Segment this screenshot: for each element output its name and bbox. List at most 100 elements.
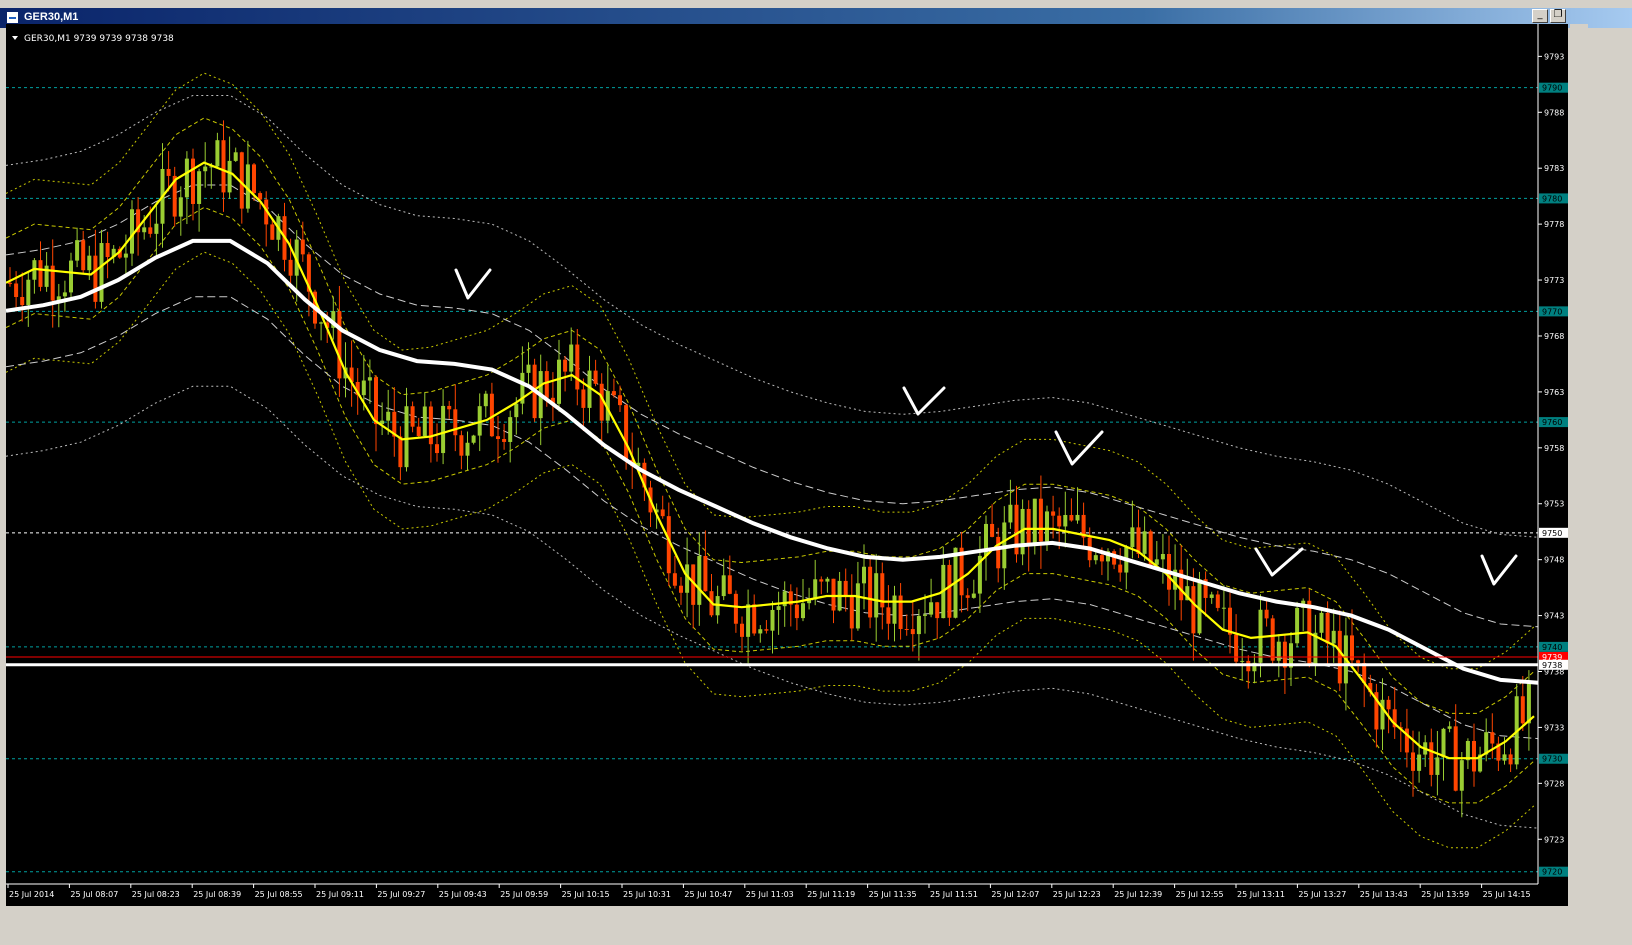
candle-body [752, 604, 757, 634]
candle-body [1099, 555, 1104, 562]
level-label: 9780 [1542, 194, 1562, 203]
candle-body [1417, 754, 1422, 771]
candle-body [1319, 612, 1324, 633]
candle-body [361, 380, 366, 396]
candle-body [679, 585, 683, 593]
candle-body [855, 583, 860, 629]
candle-body [465, 442, 470, 456]
candle-body [910, 629, 915, 635]
time-tick-label: 25 Jul 10:15 [562, 890, 610, 899]
price-tick-label: 9793 [1544, 52, 1564, 61]
candle-body [581, 389, 586, 408]
price-tick-label: 9728 [1544, 779, 1564, 788]
candle-body [544, 371, 549, 398]
fast-band [6, 72, 1535, 670]
horizontal-levels [6, 87, 1538, 873]
candle-body [483, 393, 488, 407]
time-tick-label: 25 Jul 13:11 [1237, 890, 1285, 899]
candle-body [971, 593, 976, 598]
candle-body [1356, 660, 1361, 663]
candle-body [618, 395, 622, 406]
candle-body [105, 243, 110, 258]
time-tick-label: 25 Jul 08:07 [70, 890, 118, 899]
candle-body [1508, 754, 1513, 765]
candle-body [166, 168, 171, 176]
price-chart[interactable]: 9793 9788 9783 9778 9773 9768 9763 9758 9753 9748… [6, 24, 1568, 906]
candle-body [1142, 531, 1147, 554]
chart-window-icon [6, 11, 19, 24]
time-tick-label: 25 Jul 12:39 [1114, 890, 1162, 899]
candle-body [1520, 696, 1525, 724]
level-label: 9740 [1542, 643, 1562, 652]
level-label: 9770 [1542, 307, 1562, 316]
candlesticks [8, 120, 1531, 818]
time-tick-label: 25 Jul 09:27 [377, 890, 425, 899]
candle-body [1526, 683, 1531, 724]
candle-body [1331, 630, 1336, 644]
candle-body [337, 311, 342, 379]
candle-body [1270, 618, 1275, 661]
candle-body [611, 391, 616, 396]
candle-body [288, 259, 293, 276]
candle-body [868, 566, 873, 618]
candle-body [270, 224, 275, 240]
current-price-label: 9738 [1542, 661, 1562, 670]
minimize-button[interactable]: _ [1532, 9, 1548, 23]
price-tick-label: 9783 [1544, 164, 1564, 173]
check-mark-icon [454, 268, 492, 300]
time-tick-label: 25 Jul 13:27 [1298, 890, 1346, 899]
candle-body [215, 140, 220, 167]
time-tick-label: 25 Jul 11:03 [746, 890, 794, 899]
candle-body [1069, 515, 1074, 521]
candle-body [203, 166, 208, 172]
candle-body [508, 417, 513, 442]
time-tick-label: 25 Jul 09:11 [316, 890, 364, 899]
candle-body [1386, 699, 1391, 710]
candle-body [776, 606, 781, 610]
candle-body [1264, 609, 1269, 619]
candle-body [154, 223, 159, 234]
candle-body [593, 370, 598, 384]
candle-body [1045, 511, 1049, 542]
candle-body [526, 364, 531, 373]
candle-body [367, 377, 372, 381]
time-tick-label: 25 Jul 09:59 [500, 890, 548, 899]
candle-body [929, 602, 934, 615]
price-tick-label: 9788 [1544, 108, 1564, 117]
candle-body [1118, 564, 1123, 573]
candle-body [1130, 527, 1135, 548]
candle-body [1429, 742, 1434, 775]
restore-button[interactable]: ❐ [1550, 9, 1566, 23]
candle-body [813, 579, 818, 600]
check-mark-icon [902, 386, 946, 416]
time-tick-label: 25 Jul 11:35 [869, 890, 917, 899]
candle-body [44, 265, 49, 287]
candle-body [81, 240, 86, 271]
candle-body [996, 536, 1001, 569]
candle-body [123, 253, 128, 258]
candle-body [1093, 555, 1098, 561]
chart-canvas[interactable]: 9793 9788 9783 9778 9773 9768 9763 9758 9753 9748… [6, 24, 1568, 906]
candle-body [87, 255, 92, 271]
candle-body [404, 406, 409, 468]
price-tick-label: 9763 [1544, 388, 1564, 397]
candle-body [1038, 498, 1043, 542]
candle-body [1026, 508, 1031, 546]
candle-body [142, 227, 147, 233]
candle-body [916, 615, 921, 635]
candle-body [8, 282, 12, 284]
candle-body [1502, 754, 1507, 761]
chart-info-dropdown-icon[interactable] [12, 36, 18, 40]
candle-body [1295, 607, 1300, 644]
candle-body [1490, 732, 1495, 744]
candle-body [862, 566, 866, 584]
candle-body [319, 322, 324, 324]
candle-body [471, 435, 476, 443]
white-level-label: 9750 [1542, 529, 1562, 538]
candle-body [849, 596, 854, 629]
price-tick-label: 9758 [1544, 444, 1564, 453]
candle-body [453, 409, 458, 436]
candle-body [892, 595, 897, 624]
time-tick-label: 25 Jul 11:19 [807, 890, 855, 899]
candle-body [300, 239, 305, 255]
